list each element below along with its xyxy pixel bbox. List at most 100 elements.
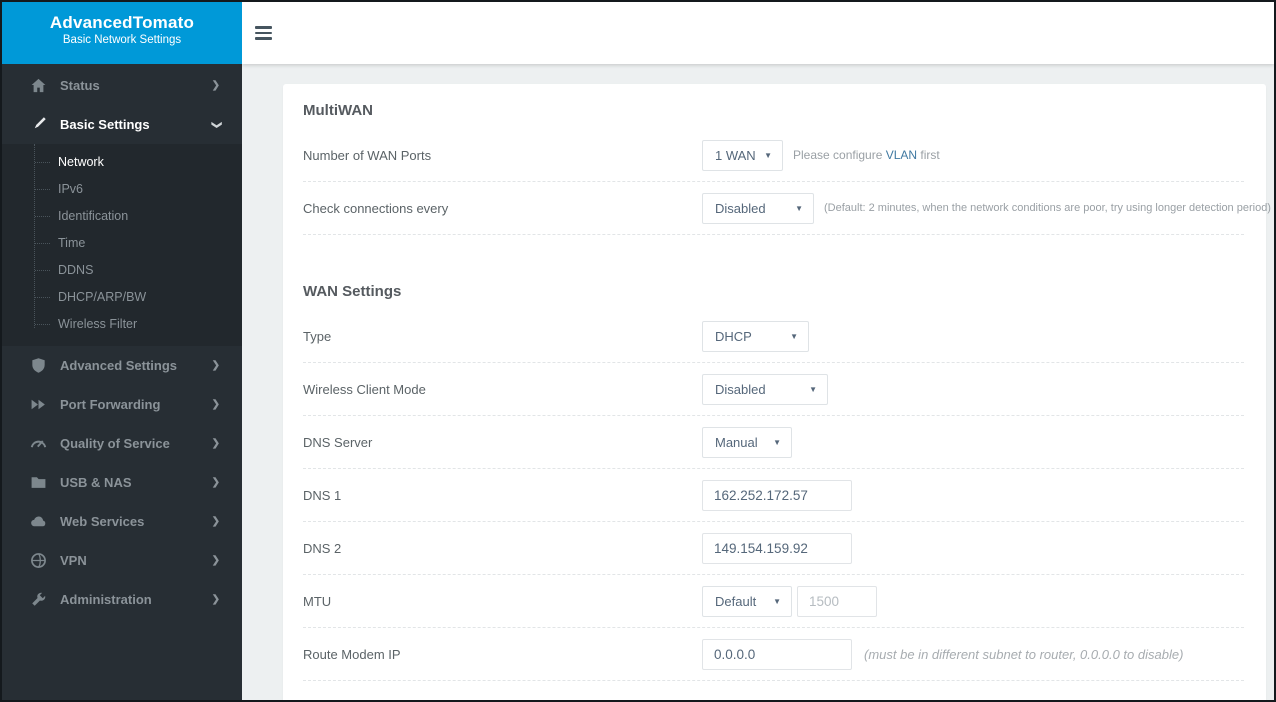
select-value: Default [715,593,757,609]
route-modem-hint: (must be in different subnet to router, … [864,646,1184,662]
setting-label: MTU [303,593,332,609]
sidebar-item-web-services[interactable]: Web Services ❯ [2,502,242,541]
chevron-down-icon: ❯ [210,120,222,129]
select-value: DHCP [715,328,752,344]
submenu-label: Time [58,236,86,250]
wan-type-select[interactable]: DHCP ▼ [702,320,809,352]
sidebar-item-port-forwarding[interactable]: Port Forwarding ❯ [2,385,242,424]
dropdown-arrow-icon: ▼ [773,437,781,447]
chevron-right-icon: ❯ [211,359,220,371]
setting-label: Number of WAN Ports [303,147,432,163]
submenu-label: DHCP/ARP/BW [58,290,147,304]
sidebar-item-time[interactable]: Time [2,230,242,257]
sidebar-item-dhcp-arp-bw[interactable]: DHCP/ARP/BW [2,284,242,311]
sidebar-item-label: USB & NAS [60,475,132,490]
submenu-label: Wireless Filter [58,317,138,331]
sidebar-item-quality-of-service[interactable]: Quality of Service ❯ [2,424,242,463]
sidebar-item-label: Advanced Settings [60,358,178,373]
setting-label: Route Modem IP [303,646,401,662]
folder-icon [30,474,47,491]
sidebar-item-label: Basic Settings [60,117,150,132]
select-value: 1 WAN [715,147,756,163]
cloud-icon [30,513,47,530]
select-value: Disabled [715,381,766,397]
sidebar-item-administration[interactable]: Administration ❯ [2,580,242,619]
dropdown-arrow-icon: ▼ [795,203,803,213]
chevron-right-icon: ❯ [211,398,220,410]
sidebar-item-advanced-settings[interactable]: Advanced Settings ❯ [2,346,242,385]
submenu-label: IPv6 [58,182,84,196]
sidebar-item-label: Web Services [60,514,145,529]
sidebar-item-vpn[interactable]: VPN ❯ [2,541,242,580]
app-window: AdvancedTomato Basic Network Settings St… [0,0,1276,702]
sidebar-item-label: Port Forwarding [60,397,161,412]
row-number-of-wan-ports: Number of WAN Ports 1 WAN ▼ Please confi… [303,129,1244,182]
globe-icon [30,552,47,569]
chevron-right-icon: ❯ [211,593,220,605]
select-value: Manual [715,434,758,450]
hint-text: first [917,148,940,162]
sidebar-item-ddns[interactable]: DDNS [2,257,242,284]
setting-label: Wireless Client Mode [303,381,426,397]
sidebar-item-network[interactable]: Network [2,149,242,176]
setting-label: Check connections every [303,200,449,216]
sidebar-item-label: Administration [60,592,152,607]
route-modem-ip-input[interactable] [702,638,852,670]
sidebar-item-label: Status [60,78,100,93]
shield-icon [30,357,47,374]
dropdown-arrow-icon: ▼ [790,331,798,341]
check-connections-select[interactable]: Disabled ▼ [702,192,814,224]
hint-text: Please configure [793,148,886,162]
row-dns1: DNS 1 [303,469,1244,522]
submenu-label: Identification [58,209,129,223]
dropdown-arrow-icon: ▼ [809,384,817,394]
menu-toggle-icon[interactable] [255,26,272,40]
sidebar-item-label: VPN [60,553,87,568]
row-route-modem-ip: Route Modem IP (must be in different sub… [303,628,1244,681]
submenu-label: DDNS [58,263,94,277]
wrench-icon [30,591,47,608]
row-type: Type DHCP ▼ [303,310,1244,363]
row-wireless-client-mode: Wireless Client Mode Disabled ▼ [303,363,1244,416]
home-icon [30,77,47,94]
basic-settings-submenu: Network IPv6 Identification Time DDNS DH… [2,144,242,346]
setting-label: DNS Server [303,434,373,450]
row-check-connections: Check connections every Disabled ▼ (Defa… [303,182,1271,235]
main-area: MultiWAN Number of WAN Ports 1 WAN ▼ Ple… [242,64,1274,700]
sidebar-item-basic-settings[interactable]: Basic Settings ❯ [2,105,242,144]
setting-label: Type [303,328,332,344]
row-dns-server: DNS Server Manual ▼ [303,416,1244,469]
chevron-right-icon: ❯ [211,437,220,449]
sidebar-item-status[interactable]: Status ❯ [2,66,242,105]
mtu-value-input [797,585,877,617]
wireless-client-mode-select[interactable]: Disabled ▼ [702,373,828,405]
setting-label: DNS 1 [303,487,342,503]
sidebar-nav: Status ❯ Basic Settings ❯ Network IPv6 I… [2,64,242,700]
dropdown-arrow-icon: ▼ [773,596,781,606]
paintbrush-icon [30,116,47,133]
logo-block: AdvancedTomato Basic Network Settings [2,2,242,64]
chevron-right-icon: ❯ [211,554,220,566]
sidebar-item-label: Quality of Service [60,436,170,451]
check-connections-hint: (Default: 2 minutes, when the network co… [824,202,1271,214]
sidebar-item-identification[interactable]: Identification [2,203,242,230]
sidebar-item-wireless-filter[interactable]: Wireless Filter [2,311,242,338]
dns2-input[interactable] [702,532,852,564]
vlan-link[interactable]: VLAN [886,148,917,162]
app-title: AdvancedTomato [49,13,195,32]
wan-ports-select[interactable]: 1 WAN ▼ [702,139,783,171]
sidebar-item-ipv6[interactable]: IPv6 [2,176,242,203]
dns-server-select[interactable]: Manual ▼ [702,426,792,458]
top-bar [242,2,1274,64]
sidebar-item-usb-nas[interactable]: USB & NAS ❯ [2,463,242,502]
chevron-right-icon: ❯ [211,79,220,91]
chevron-right-icon: ❯ [211,515,220,527]
gauge-icon [30,435,47,452]
dns1-input[interactable] [702,479,852,511]
mtu-select[interactable]: Default ▼ [702,585,792,617]
row-dns2: DNS 2 [303,522,1244,575]
settings-card: MultiWAN Number of WAN Ports 1 WAN ▼ Ple… [283,84,1271,700]
page-title: Basic Network Settings [62,34,182,46]
row-mtu: MTU Default ▼ [303,575,1244,628]
section-title-wan-settings: WAN Settings [303,283,402,300]
